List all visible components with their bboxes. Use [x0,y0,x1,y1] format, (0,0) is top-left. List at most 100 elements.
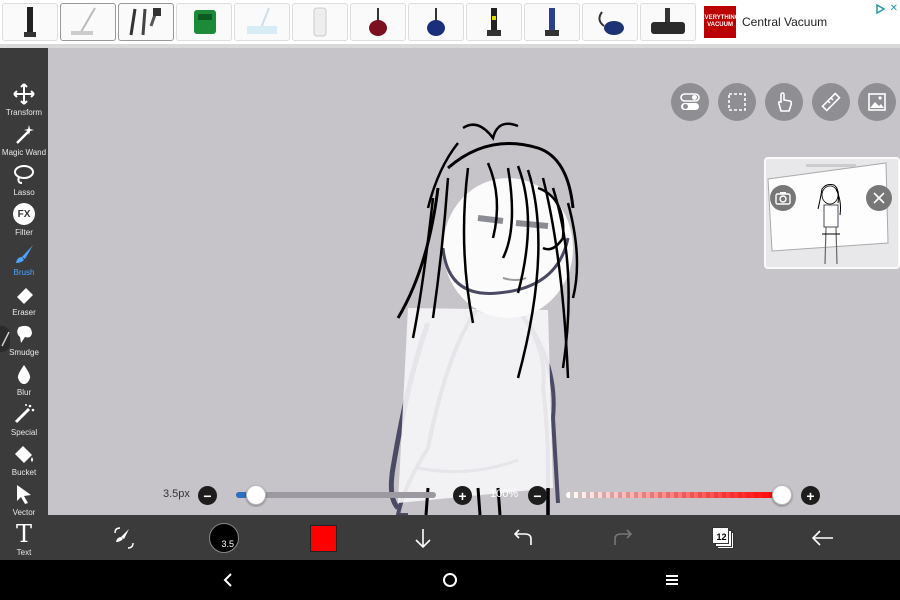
ad-logo[interactable]: EVERYTHING VACUUM [701,6,739,38]
ad-product-upright-black[interactable] [466,3,522,41]
brush-size-badge: 3.5 [221,539,234,549]
reference-close-button[interactable] [866,185,892,211]
tool-magic-wand[interactable]: Magic Wand [0,121,48,161]
ad-product-carpet-cleaner[interactable] [176,3,232,41]
undo-icon [513,529,532,545]
tool-vector[interactable]: Vector [0,481,48,521]
bucket-icon [11,441,37,467]
lasso-icon [11,161,37,187]
tool-sidebar: Transform Magic Wand Lasso FX Filter Bru… [0,48,48,560]
tool-special[interactable]: Special [0,401,48,441]
selection-icon [728,93,746,111]
ad-product-vacuum-1[interactable] [2,3,58,41]
redo-button[interactable] [603,519,643,557]
tool-special-label: Special [10,428,38,437]
magic-wand-icon [11,121,37,147]
brush-size-increase-button[interactable]: + [453,486,472,505]
ad-product-steam-mop[interactable] [234,3,290,41]
tool-text[interactable]: T Text [0,521,48,561]
brush-opacity-slider[interactable] [566,492,782,498]
brush-size-slider-thumb[interactable] [246,485,266,505]
plus-icon: + [806,487,815,504]
layers-button[interactable]: 12 [703,519,743,557]
toggle-icon [680,93,700,110]
menu-icon [666,575,678,585]
smudge-icon [11,321,37,347]
drawing-canvas[interactable] [48,48,900,515]
hand-icon [777,92,793,112]
current-color-swatch [309,524,337,552]
plus-icon: + [458,487,467,504]
ad-advertiser[interactable]: Central Vacuum [742,15,827,29]
tool-vector-label: Vector [12,508,36,517]
ad-banner[interactable]: EVERYTHING VACUUM Central Vacuum ✕ [0,0,900,44]
tool-bucket-label: Bucket [11,468,37,477]
tool-transform-label: Transform [5,108,43,117]
tool-brush-label: Brush [13,268,35,277]
home-circle-icon [443,573,457,587]
minus-icon: − [533,487,542,504]
layer-count: 12 [716,531,727,542]
ruler-button[interactable] [812,83,850,121]
ad-product-canister-navy[interactable] [582,3,638,41]
image-button[interactable] [858,83,896,121]
brush-swap-icon [114,527,134,549]
brush-opacity-slider-thumb[interactable] [772,485,792,505]
redo-icon [614,529,633,545]
brush-settings-button[interactable] [104,519,144,557]
ad-product-mop[interactable] [60,3,116,41]
brush-opacity-decrease-button[interactable]: − [528,486,547,505]
brush-opacity-gradient [566,492,782,498]
nav-back-button[interactable] [216,568,240,592]
reference-camera-button[interactable] [770,185,796,211]
tool-eraser[interactable]: Eraser [0,281,48,321]
ad-close-icon[interactable]: ✕ [890,3,898,14]
android-navigation-bar [0,560,900,600]
ad-choices-icon[interactable] [874,3,886,15]
tool-bucket[interactable]: Bucket [0,441,48,481]
nav-home-button[interactable] [438,568,462,592]
tool-blur[interactable]: Blur [0,361,48,401]
tool-lasso[interactable]: Lasso [0,161,48,201]
brush-opacity-label: 100% [490,488,519,500]
settings-toggle-button[interactable] [671,83,709,121]
brush-opacity-increase-button[interactable]: + [801,486,820,505]
eraser-icon [11,281,37,307]
nav-recents-button[interactable] [660,568,684,592]
tool-filter-label: Filter [15,228,33,237]
tool-brush[interactable]: Brush [0,241,48,281]
back-button[interactable] [803,519,843,557]
image-icon [868,93,886,111]
brush-size-decrease-button[interactable]: − [198,486,217,505]
color-picker-button[interactable] [303,519,343,557]
text-icon: T [11,521,37,547]
tool-magic-wand-label: Magic Wand [1,148,47,157]
tool-filter[interactable]: FX Filter [0,201,48,241]
ad-product-upright-blue[interactable] [524,3,580,41]
ad-product-stick-vacuums[interactable] [118,3,174,41]
selection-button[interactable] [718,83,756,121]
side-panel-handle[interactable] [0,326,10,352]
ad-product-canister-red[interactable] [350,3,406,41]
text-glyph: T [15,520,32,548]
fx-glyph: FX [13,203,35,225]
arrow-left-icon [811,530,833,546]
chevron-left-icon [223,573,232,587]
tool-text-label: Text [16,548,32,557]
ad-product-central-unit[interactable] [292,3,348,41]
ad-product-power-head[interactable] [640,3,696,41]
undo-button[interactable] [503,519,543,557]
reference-window[interactable] [764,157,900,269]
arrow-down-icon [415,529,431,549]
tool-smudge-label: Smudge [9,348,39,357]
brush-size-preview[interactable]: 3.5 [204,519,244,557]
ad-product-canister-blue[interactable] [408,3,464,41]
brush-size-slider[interactable] [236,492,436,498]
save-down-button[interactable] [403,519,443,557]
close-icon [873,192,885,204]
tool-transform[interactable]: Transform [0,81,48,121]
camera-icon [775,192,791,205]
move-icon [11,81,37,107]
minus-icon: − [203,487,212,504]
hand-button[interactable] [765,83,803,121]
